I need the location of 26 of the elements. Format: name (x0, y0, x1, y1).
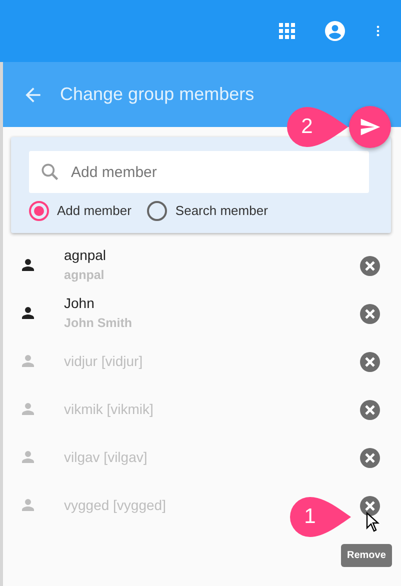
remove-button[interactable] (359, 446, 381, 468)
member-name: vilgav [vilgav] (64, 448, 148, 467)
member-username: John Smith (64, 315, 134, 332)
page-title: Change group members (60, 83, 254, 106)
member-name: vidjur [vidjur] (64, 352, 144, 371)
member-name: agnpal (64, 246, 108, 266)
mouse-pointer-icon (366, 512, 380, 532)
search-field[interactable]: Add member (29, 151, 369, 193)
remove-button[interactable] (359, 398, 381, 420)
remove-button[interactable] (359, 254, 381, 276)
member-username: agnpal (64, 267, 106, 284)
search-icon (39, 161, 61, 183)
radio-label[interactable]: Add member (57, 201, 132, 221)
remove-button[interactable] (359, 302, 381, 324)
remove-button[interactable] (359, 350, 381, 372)
account-icon[interactable] (323, 19, 347, 43)
member-name: vikmik [vikmik] (64, 400, 154, 419)
remove-button[interactable] (359, 494, 381, 516)
member-name: John (64, 294, 96, 314)
radio-button[interactable] (147, 201, 168, 221)
member-name: vygged [vygged] (64, 496, 167, 515)
tooltip: Remove (341, 544, 392, 567)
radio-label[interactable]: Search member (175, 201, 268, 221)
radio-button[interactable] (29, 201, 49, 221)
step-callout: 1 (288, 496, 352, 538)
step-callout: 2 (285, 106, 349, 148)
